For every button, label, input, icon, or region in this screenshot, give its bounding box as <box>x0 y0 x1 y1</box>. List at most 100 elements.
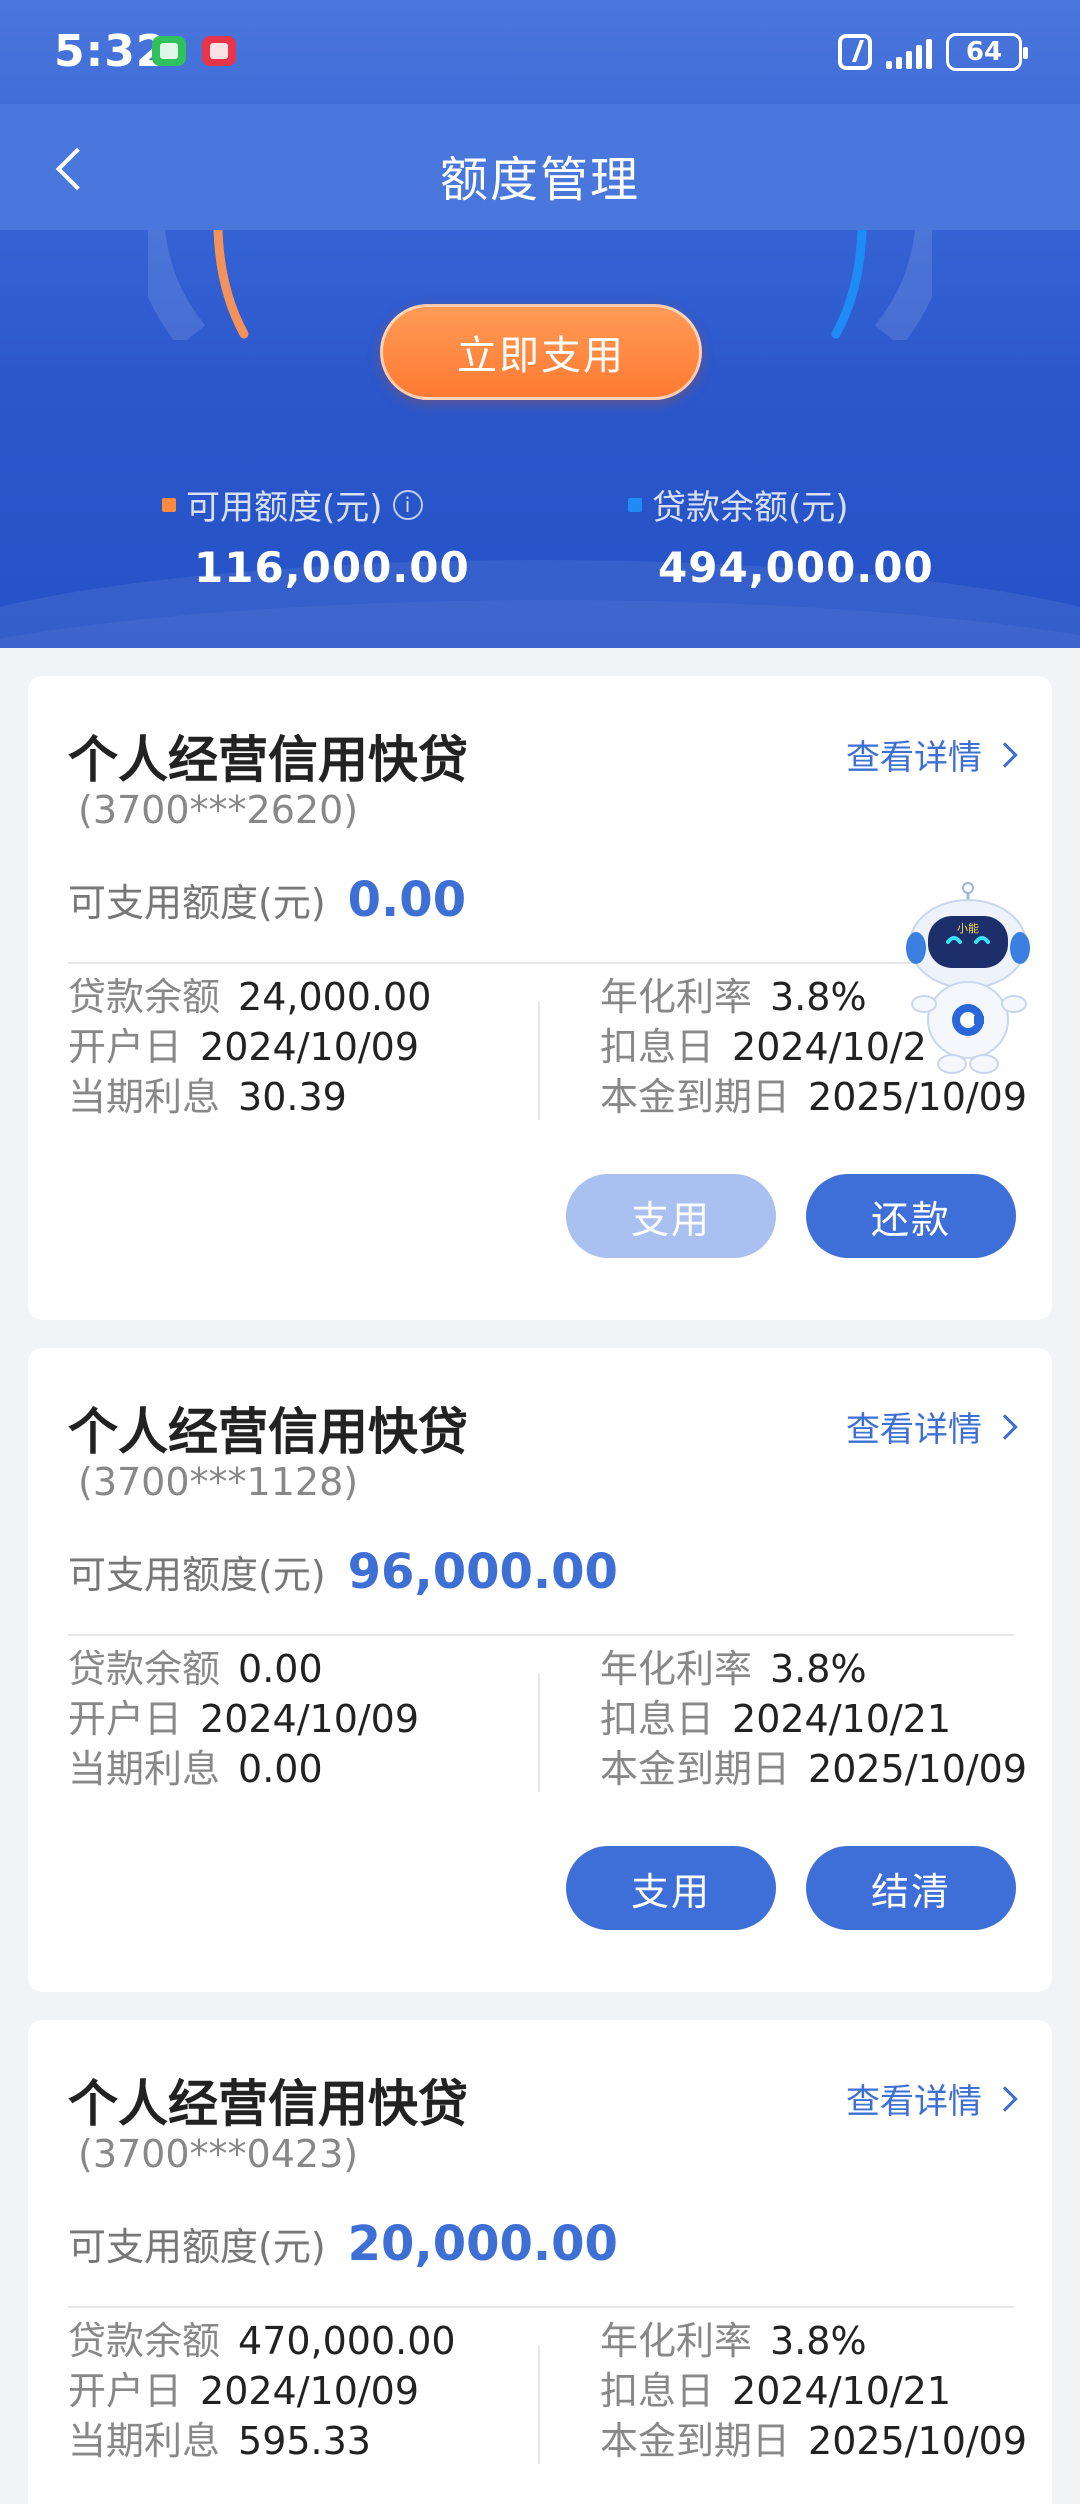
view-details-link[interactable]: 查看详情 <box>846 2074 1018 2123</box>
account-number: (3700***1128) <box>78 1460 359 1504</box>
loan-balance-key: 贷款余额 <box>68 975 221 1019</box>
current-interest-key: 当期利息 <box>68 1075 221 1119</box>
current-interest-val: 595.33 <box>238 2419 371 2463</box>
divider <box>68 2306 1014 2308</box>
gauge-arc-right <box>831 230 932 340</box>
annual-rate-key: 年化利率 <box>600 2319 753 2363</box>
current-interest-val: 30.39 <box>238 1075 347 1119</box>
loan-card: 个人经营信用快贷 查看详情 (3700***0423) 可支用额度(元) 20,… <box>28 2020 1052 2504</box>
loan-card: 个人经营信用快贷 查看详情 (3700***2620) 可支用额度(元) 0.0… <box>28 676 1052 1320</box>
hero-banner: 5:32 64 额度管理 立即支用 可用额度(元) i 116,000.00 贷… <box>0 0 1080 648</box>
status-bar: 5:32 64 <box>0 0 1080 104</box>
use-now-button[interactable]: 立即支用 <box>380 304 702 400</box>
nfc-icon <box>838 34 872 70</box>
open-date-val: 2024/10/09 <box>200 1697 420 1741</box>
available-amount-value: 96,000.00 <box>347 1544 618 1600</box>
open-date-key: 开户日 <box>68 1025 183 1069</box>
divider <box>68 962 1014 964</box>
divider <box>538 1002 540 1120</box>
available-amount-row: 可支用额度(元) 96,000.00 <box>68 1544 618 1600</box>
available-amount-value: 20,000.00 <box>347 2216 618 2272</box>
loan-balance-val: 470,000.00 <box>238 2319 456 2363</box>
annual-rate-val: 3.8% <box>770 1647 867 1691</box>
maturity-date-val: 2025/10/09 <box>808 2419 1028 2463</box>
loan-balance-key: 贷款余额 <box>68 1647 221 1691</box>
loan-info-right: 年化利率 3.8% 扣息日 2024/10/21 本金到期日 2025/10/09 <box>600 2316 1027 2466</box>
wechat-notification-icon <box>152 36 186 66</box>
loan-product-title: 个人经营信用快贷 <box>68 2075 468 2133</box>
available-amount-value: 0.00 <box>347 872 467 928</box>
maturity-date-val: 2025/10/09 <box>808 1075 1028 1119</box>
app-notification-icon <box>202 36 236 66</box>
maturity-date-val: 2025/10/09 <box>808 1747 1028 1791</box>
interest-date-key: 扣息日 <box>600 1697 715 1741</box>
loan-balance-value: 494,000.00 <box>658 543 934 592</box>
maturity-date-key: 本金到期日 <box>600 2419 791 2463</box>
divider <box>68 1634 1014 1636</box>
status-icons: 64 <box>838 30 1028 74</box>
interest-date-val: 2024/10/2 <box>732 1025 927 1069</box>
drawdown-button[interactable]: 支用 <box>566 1174 776 1258</box>
annual-rate-key: 年化利率 <box>600 975 753 1019</box>
available-credit-stat: 可用额度(元) i 116,000.00 <box>162 480 470 592</box>
blue-dot-icon <box>628 497 642 512</box>
available-credit-label: 可用额度(元) <box>186 488 383 528</box>
settle-button[interactable]: 结清 <box>806 1846 1016 1930</box>
annual-rate-val: 3.8% <box>770 2319 867 2363</box>
robot-assistant-icon[interactable]: 小能 <box>902 882 1038 1078</box>
loan-info-left: 贷款余额 470,000.00 开户日 2024/10/09 当期利息 595.33 <box>68 2316 456 2466</box>
loan-product-title: 个人经营信用快贷 <box>68 731 468 789</box>
chevron-right-icon <box>992 2085 1018 2112</box>
drawdown-button[interactable]: 支用 <box>566 1846 776 1930</box>
open-date-val: 2024/10/09 <box>200 1025 420 1069</box>
robot-badge-text: 小能 <box>957 921 979 935</box>
maturity-date-key: 本金到期日 <box>600 1075 791 1119</box>
interest-date-val: 2024/10/21 <box>732 1697 952 1741</box>
available-amount-label: 可支用额度(元) <box>68 2225 326 2269</box>
account-number: (3700***2620) <box>78 788 359 832</box>
loan-balance-val: 0.00 <box>238 1647 323 1691</box>
open-date-key: 开户日 <box>68 2369 183 2413</box>
status-time: 5:32 <box>54 26 168 77</box>
chevron-right-icon <box>992 741 1018 768</box>
battery-icon: 64 <box>946 33 1028 71</box>
interest-date-key: 扣息日 <box>600 2369 715 2413</box>
loan-balance-val: 24,000.00 <box>238 975 432 1019</box>
view-details-label: 查看详情 <box>846 738 982 778</box>
signal-icon <box>886 35 932 69</box>
account-number: (3700***0423) <box>78 2132 359 2176</box>
current-interest-key: 当期利息 <box>68 1747 221 1791</box>
current-interest-key: 当期利息 <box>68 2419 221 2463</box>
divider <box>538 2346 540 2464</box>
loan-info-right: 年化利率 3.8% 扣息日 2024/10/21 本金到期日 2025/10/09 <box>600 1644 1027 1794</box>
available-credit-value: 116,000.00 <box>194 543 470 592</box>
view-details-link[interactable]: 查看详情 <box>846 1402 1018 1451</box>
loan-balance-stat: 贷款余额(元) 494,000.00 <box>628 480 934 592</box>
page-title: 额度管理 <box>439 152 640 208</box>
view-details-label: 查看详情 <box>846 2082 982 2122</box>
loan-product-title: 个人经营信用快贷 <box>68 1403 468 1461</box>
loan-card: 个人经营信用快贷 查看详情 (3700***1128) 可支用额度(元) 96,… <box>28 1348 1052 1992</box>
annual-rate-key: 年化利率 <box>600 1647 753 1691</box>
available-amount-row: 可支用额度(元) 20,000.00 <box>68 2216 618 2272</box>
available-amount-row: 可支用额度(元) 0.00 <box>68 872 466 928</box>
gauge-arc-left <box>148 230 249 340</box>
open-date-key: 开户日 <box>68 1697 183 1741</box>
interest-date-key: 扣息日 <box>600 1025 715 1069</box>
nav-bar: 额度管理 <box>0 104 1080 230</box>
repay-button[interactable]: 还款 <box>806 1174 1016 1258</box>
loan-info-left: 贷款余额 0.00 开户日 2024/10/09 当期利息 0.00 <box>68 1644 419 1794</box>
maturity-date-key: 本金到期日 <box>600 1747 791 1791</box>
open-date-val: 2024/10/09 <box>200 2369 420 2413</box>
loan-balance-key: 贷款余额 <box>68 2319 221 2363</box>
view-details-link[interactable]: 查看详情 <box>846 730 1018 779</box>
available-amount-label: 可支用额度(元) <box>68 1553 326 1597</box>
available-amount-label: 可支用额度(元) <box>68 881 326 925</box>
view-details-label: 查看详情 <box>846 1410 982 1450</box>
orange-dot-icon <box>162 497 176 512</box>
annual-rate-val: 3.8% <box>770 975 867 1019</box>
loan-info-left: 贷款余额 24,000.00 开户日 2024/10/09 当期利息 30.39 <box>68 972 431 1122</box>
info-icon[interactable]: i <box>392 489 423 520</box>
interest-date-val: 2024/10/21 <box>732 2369 952 2413</box>
current-interest-val: 0.00 <box>238 1747 323 1791</box>
